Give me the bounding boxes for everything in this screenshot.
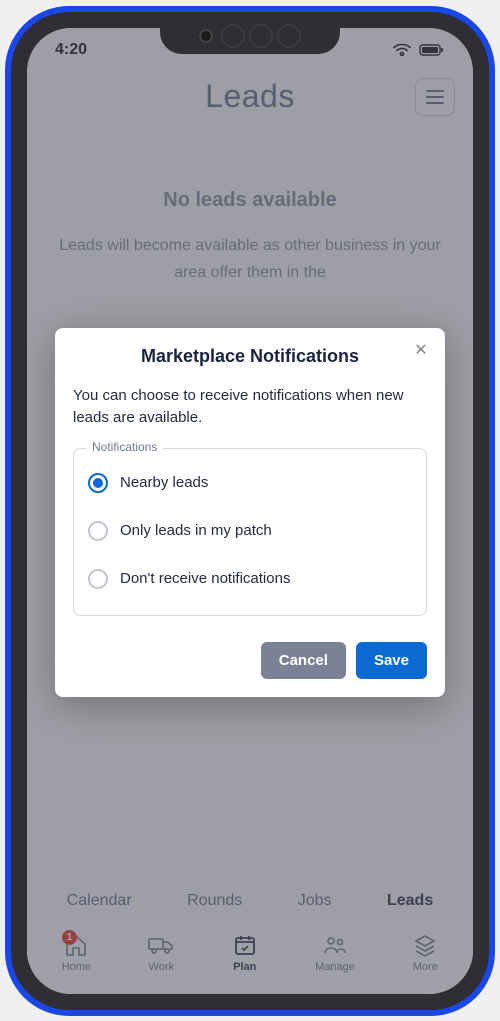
phone-bezel: 4:20 Leads No bbox=[11, 12, 489, 1010]
radio-icon bbox=[88, 473, 108, 493]
notifications-fieldset: Notifications Nearby leads Only leads in… bbox=[73, 448, 427, 616]
save-button[interactable]: Save bbox=[356, 642, 427, 679]
radio-option-patch[interactable]: Only leads in my patch bbox=[88, 511, 412, 559]
close-icon: ✕ bbox=[414, 340, 427, 360]
radio-option-nearby[interactable]: Nearby leads bbox=[88, 463, 412, 511]
radio-icon bbox=[88, 521, 108, 541]
notifications-modal: ✕ Marketplace Notifications You can choo… bbox=[55, 328, 445, 697]
radio-icon bbox=[88, 569, 108, 589]
notch bbox=[160, 18, 340, 54]
radio-label: Only leads in my patch bbox=[120, 522, 272, 539]
close-button[interactable]: ✕ bbox=[409, 338, 433, 362]
screen: 4:20 Leads No bbox=[27, 28, 473, 994]
cancel-button[interactable]: Cancel bbox=[261, 642, 346, 679]
radio-option-none[interactable]: Don't receive notifications bbox=[88, 559, 412, 607]
modal-actions: Cancel Save bbox=[73, 642, 427, 679]
radio-label: Nearby leads bbox=[120, 474, 208, 491]
modal-title: Marketplace Notifications bbox=[73, 346, 427, 367]
radio-label: Don't receive notifications bbox=[120, 570, 290, 587]
fieldset-legend: Notifications bbox=[86, 440, 163, 454]
phone-frame: 4:20 Leads No bbox=[5, 6, 495, 1016]
front-camera-icon bbox=[199, 29, 213, 43]
modal-description: You can choose to receive notifications … bbox=[73, 385, 427, 430]
